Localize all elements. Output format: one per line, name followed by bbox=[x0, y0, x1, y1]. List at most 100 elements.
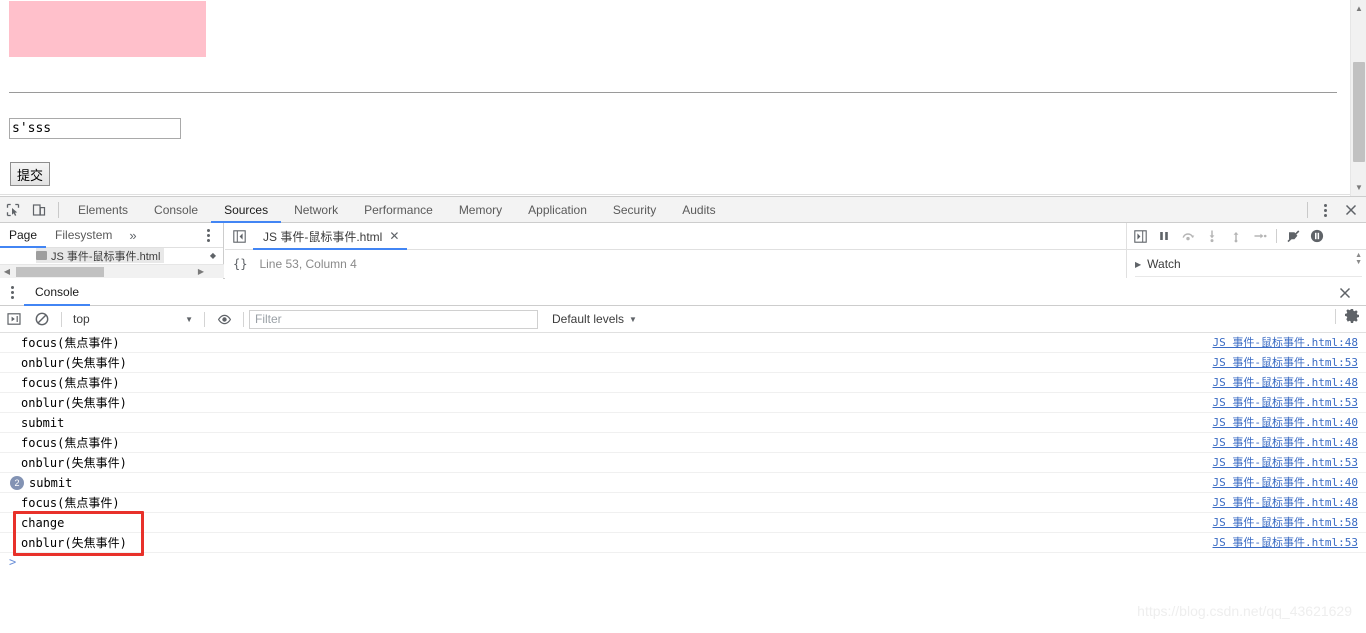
tab-console[interactable]: Console bbox=[141, 197, 211, 223]
step-out-icon[interactable] bbox=[1225, 224, 1247, 248]
console-message-row[interactable]: change JS 事件-鼠标事件.html:58 bbox=[0, 513, 1366, 533]
watermark-text: https://blog.csdn.net/qq_43621629 bbox=[1137, 603, 1352, 619]
pause-script-icon[interactable] bbox=[1153, 224, 1175, 248]
console-gear-divider bbox=[1335, 308, 1336, 324]
console-message-text: focus(焦点事件) bbox=[21, 496, 120, 510]
toolbar-divider bbox=[58, 201, 59, 218]
console-message-row[interactable]: focus(焦点事件) JS 事件-鼠标事件.html:48 bbox=[0, 373, 1366, 393]
devtools-toolbar-right bbox=[1301, 197, 1366, 223]
tab-application[interactable]: Application bbox=[515, 197, 600, 223]
console-filter-input[interactable] bbox=[249, 309, 538, 329]
console-message-source-link[interactable]: JS 事件-鼠标事件.html:40 bbox=[1213, 473, 1358, 493]
scroll-up-arrow-icon[interactable]: ▲ bbox=[1351, 0, 1366, 17]
console-message-source-link[interactable]: JS 事件-鼠标事件.html:48 bbox=[1213, 333, 1358, 353]
devtools-main-toolbar: Elements Console Sources Network Perform… bbox=[0, 197, 1366, 223]
devtools-more-icon[interactable] bbox=[1314, 198, 1336, 222]
page-vertical-scrollbar[interactable]: ▲ ▼ bbox=[1350, 0, 1366, 196]
submit-button[interactable]: 提交 bbox=[10, 162, 51, 186]
console-message-text: focus(焦点事件) bbox=[21, 376, 120, 390]
tab-sources[interactable]: Sources bbox=[211, 197, 281, 223]
editor-tab-file[interactable]: JS 事件-鼠标事件.html ✕ bbox=[253, 223, 407, 250]
message-repeat-count-badge: 2 bbox=[10, 476, 24, 490]
tab-audits[interactable]: Audits bbox=[669, 197, 728, 223]
pretty-print-icon[interactable]: {} bbox=[233, 257, 247, 271]
tab-performance[interactable]: Performance bbox=[351, 197, 446, 223]
inspect-cursor-icon[interactable] bbox=[0, 198, 26, 222]
tab-network[interactable]: Network bbox=[281, 197, 351, 223]
navigator-more-icon[interactable] bbox=[197, 223, 219, 247]
console-message-list: focus(焦点事件) JS 事件-鼠标事件.html:48 onblur(失焦… bbox=[0, 333, 1366, 575]
step-icon[interactable] bbox=[1249, 224, 1271, 248]
console-message-text: change bbox=[21, 516, 65, 530]
tree-item-file[interactable]: JS 事件-鼠标事件.html bbox=[36, 248, 165, 263]
deactivate-breakpoints-icon[interactable] bbox=[1282, 224, 1304, 248]
editor-tab-label: JS 事件-鼠标事件.html bbox=[263, 229, 383, 244]
console-message-row[interactable]: focus(焦点事件) JS 事件-鼠标事件.html:48 bbox=[0, 433, 1366, 453]
console-message-row[interactable]: onblur(失焦事件) JS 事件-鼠标事件.html:53 bbox=[0, 393, 1366, 413]
console-message-row[interactable]: onblur(失焦事件) JS 事件-鼠标事件.html:53 bbox=[0, 353, 1366, 373]
console-message-source-link[interactable]: JS 事件-鼠标事件.html:48 bbox=[1213, 493, 1358, 513]
console-message-row[interactable]: onblur(失焦事件) JS 事件-鼠标事件.html:53 bbox=[0, 453, 1366, 473]
navigator-resize-handle[interactable]: ◆ bbox=[205, 249, 221, 263]
console-message-source-link[interactable]: JS 事件-鼠标事件.html:53 bbox=[1213, 453, 1358, 473]
drawer-close-icon[interactable] bbox=[1330, 281, 1360, 305]
console-message-row[interactable]: focus(焦点事件) JS 事件-鼠标事件.html:48 bbox=[0, 333, 1366, 353]
step-into-icon[interactable] bbox=[1201, 224, 1223, 248]
tab-elements[interactable]: Elements bbox=[65, 197, 141, 223]
console-message-source-link[interactable]: JS 事件-鼠标事件.html:53 bbox=[1213, 393, 1358, 413]
console-message-source-link[interactable]: JS 事件-鼠标事件.html:58 bbox=[1213, 513, 1358, 533]
execution-context-icon[interactable] bbox=[0, 306, 28, 332]
console-message-row[interactable]: submit JS 事件-鼠标事件.html:40 bbox=[0, 413, 1366, 433]
scrollbar-thumb[interactable] bbox=[1353, 62, 1365, 162]
text-input[interactable] bbox=[9, 118, 181, 139]
watch-scroll-up-icon[interactable]: ▲ bbox=[1355, 252, 1362, 259]
nav-tab-filesystem[interactable]: Filesystem bbox=[46, 223, 121, 248]
hscroll-right-arrow-icon[interactable]: ▶ bbox=[194, 265, 208, 278]
hscroll-thumb[interactable] bbox=[16, 267, 104, 277]
watch-label: Watch bbox=[1147, 257, 1181, 271]
watch-pane[interactable]: ▶ Watch ▲ ▼ bbox=[1126, 250, 1366, 278]
console-message-row[interactable]: 2 submit JS 事件-鼠标事件.html:40 bbox=[0, 473, 1366, 493]
console-message-source-link[interactable]: JS 事件-鼠标事件.html:53 bbox=[1213, 353, 1358, 373]
navigator-horizontal-scrollbar[interactable]: ◀ ▶ bbox=[0, 264, 224, 278]
nav-tab-page[interactable]: Page bbox=[0, 223, 46, 248]
console-settings-group bbox=[1335, 308, 1360, 324]
console-message-text: focus(焦点事件) bbox=[21, 436, 120, 450]
console-toolbar-divider-2 bbox=[204, 311, 205, 327]
collapse-debugger-icon[interactable] bbox=[1129, 224, 1151, 248]
tab-memory[interactable]: Memory bbox=[446, 197, 515, 223]
console-message-source-link[interactable]: JS 事件-鼠标事件.html:53 bbox=[1213, 533, 1358, 553]
navigator-overflow-icon[interactable]: » bbox=[121, 228, 144, 243]
pause-on-exceptions-icon[interactable] bbox=[1306, 224, 1328, 248]
hscroll-left-arrow-icon[interactable]: ◀ bbox=[0, 265, 14, 278]
console-message-source-link[interactable]: JS 事件-鼠标事件.html:48 bbox=[1213, 373, 1358, 393]
gear-icon[interactable] bbox=[1344, 308, 1360, 324]
navigator-tabs: Page Filesystem » bbox=[0, 223, 223, 248]
console-message-source-link[interactable]: JS 事件-鼠标事件.html:48 bbox=[1213, 433, 1358, 453]
watch-scroll-controls[interactable]: ▲ ▼ bbox=[1355, 252, 1362, 266]
editor-tab-close-icon[interactable]: ✕ bbox=[389, 229, 399, 243]
drawer-more-icon[interactable] bbox=[0, 279, 24, 306]
console-message-row[interactable]: focus(焦点事件) JS 事件-鼠标事件.html:48 bbox=[0, 493, 1366, 513]
horizontal-rule bbox=[9, 92, 1337, 93]
watch-divider bbox=[1135, 276, 1362, 277]
scroll-down-arrow-icon[interactable]: ▼ bbox=[1351, 179, 1366, 196]
page-bottom-divider bbox=[0, 194, 1350, 195]
devtools-close-icon[interactable] bbox=[1336, 198, 1366, 222]
step-over-icon[interactable] bbox=[1177, 224, 1199, 248]
live-expression-icon[interactable] bbox=[210, 306, 238, 332]
console-message-source-link[interactable]: JS 事件-鼠标事件.html:40 bbox=[1213, 413, 1358, 433]
collapse-navigator-icon[interactable] bbox=[225, 223, 253, 250]
watch-scroll-down-icon[interactable]: ▼ bbox=[1355, 259, 1362, 266]
drawer-tab-console[interactable]: Console bbox=[24, 279, 90, 306]
clear-console-icon[interactable] bbox=[28, 306, 56, 332]
tab-security[interactable]: Security bbox=[600, 197, 669, 223]
console-message-row[interactable]: onblur(失焦事件) JS 事件-鼠标事件.html:53 bbox=[0, 533, 1366, 553]
device-toolbar-icon[interactable] bbox=[26, 198, 52, 222]
tree-item-label: JS 事件-鼠标事件.html bbox=[51, 250, 161, 263]
execution-context-selector[interactable]: top ▼ bbox=[67, 309, 199, 329]
console-message-text: onblur(失焦事件) bbox=[21, 396, 127, 410]
watch-expand-icon[interactable]: ▶ bbox=[1135, 260, 1141, 269]
console-log-levels-selector[interactable]: Default levels ▼ bbox=[552, 312, 637, 326]
console-prompt[interactable]: > bbox=[0, 553, 1366, 575]
